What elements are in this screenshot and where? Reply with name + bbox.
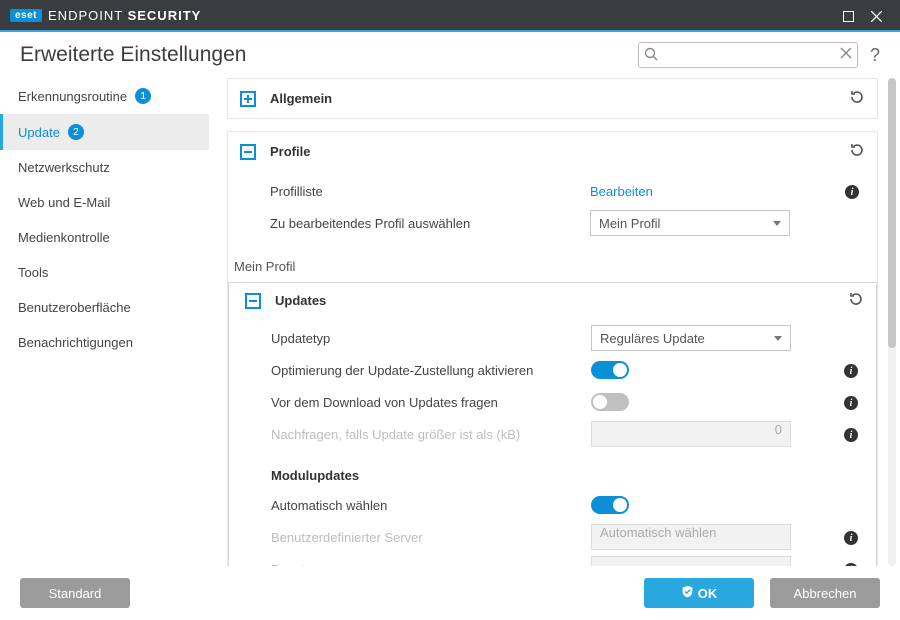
sidebar: Erkennungsroutine 1 Update 2 Netzwerksch… (0, 78, 215, 566)
input-value: 0 (775, 422, 782, 437)
default-button[interactable]: Standard (20, 578, 130, 608)
optimize-toggle[interactable] (591, 361, 629, 379)
row-ask-threshold: Nachfragen, falls Update größer ist als … (241, 418, 864, 450)
sidebar-item-web-email[interactable]: Web und E-Mail (0, 185, 209, 220)
panel-title: Updates (275, 293, 848, 308)
brand-text: ENDPOINT SECURITY (48, 8, 201, 23)
sidebar-item-label: Benachrichtigungen (18, 335, 133, 350)
clear-search-icon[interactable] (840, 47, 852, 62)
search-box (638, 42, 858, 68)
edit-link[interactable]: Bearbeiten (590, 184, 653, 199)
row-label: Nachfragen, falls Update größer ist als … (241, 427, 591, 442)
update-type-select[interactable]: Reguläres Update (591, 325, 791, 351)
reset-icon[interactable] (848, 291, 864, 310)
sidebar-item-label: Benutzeroberfläche (18, 300, 131, 315)
module-updates-title: Modulupdates (241, 450, 864, 489)
info-icon[interactable]: i (844, 531, 858, 545)
brand-badge: eset (10, 9, 42, 22)
window-maximize-icon[interactable] (834, 7, 862, 23)
row-username: Benutzername i (241, 553, 864, 566)
input-value: Automatisch wählen (600, 525, 716, 540)
footer: Standard OK Abbrechen (0, 566, 900, 620)
info-icon[interactable]: i (845, 185, 859, 199)
ok-button[interactable]: OK (644, 578, 754, 608)
brand-text-light: ENDPOINT (48, 8, 128, 23)
sidebar-item-notifications[interactable]: Benachrichtigungen (0, 325, 209, 360)
current-profile-name: Mein Profil (228, 251, 877, 278)
shield-icon (681, 585, 694, 601)
info-icon[interactable]: i (844, 364, 858, 378)
panel-general-header[interactable]: Allgemein (228, 79, 877, 118)
panel-title: Allgemein (270, 91, 849, 106)
select-value: Mein Profil (599, 216, 660, 231)
sidebar-item-media[interactable]: Medienkontrolle (0, 220, 209, 255)
help-icon[interactable]: ? (870, 45, 880, 66)
reset-icon[interactable] (849, 142, 865, 161)
row-label: Benutzerdefinierter Server (241, 530, 591, 545)
page-title: Erweiterte Einstellungen (20, 43, 246, 67)
row-label: Zu bearbeitendes Profil auswählen (240, 216, 590, 231)
server-input: Automatisch wählen (591, 524, 791, 550)
row-label: Profilliste (240, 184, 590, 199)
panel-title: Profile (270, 144, 849, 159)
info-icon[interactable]: i (844, 428, 858, 442)
row-label: Optimierung der Update-Zustellung aktivi… (241, 363, 591, 378)
info-icon[interactable]: i (844, 396, 858, 410)
row-update-type: Updatetyp Reguläres Update (241, 322, 864, 354)
sidebar-item-label: Medienkontrolle (18, 230, 110, 245)
row-custom-server: Benutzerdefinierter Server Automatisch w… (241, 521, 864, 553)
row-ask-before-download: Vor dem Download von Updates fragen i (241, 386, 864, 418)
sidebar-item-tools[interactable]: Tools (0, 255, 209, 290)
scrollbar-thumb[interactable] (888, 78, 896, 348)
sidebar-item-label: Web und E-Mail (18, 195, 110, 210)
threshold-input: 0 (591, 421, 791, 447)
panel-updates-header[interactable]: Updates (229, 283, 876, 318)
ask-toggle[interactable] (591, 393, 629, 411)
body: Erkennungsroutine 1 Update 2 Netzwerksch… (0, 78, 900, 566)
cancel-button[interactable]: Abbrechen (770, 578, 880, 608)
sidebar-item-update[interactable]: Update 2 (0, 114, 209, 150)
row-auto-select: Automatisch wählen (241, 489, 864, 521)
sidebar-badge: 2 (68, 124, 84, 140)
panel-profile: Profile Profilliste Bearbeiten i Zu bear… (227, 131, 878, 566)
button-label: Standard (49, 586, 102, 601)
row-label: Updatetyp (241, 331, 591, 346)
sidebar-item-label: Tools (18, 265, 48, 280)
select-value: Reguläres Update (600, 331, 705, 346)
row-label: Automatisch wählen (241, 498, 591, 513)
sidebar-item-detection[interactable]: Erkennungsroutine 1 (0, 78, 209, 114)
reset-icon[interactable] (849, 89, 865, 108)
sidebar-item-label: Update (18, 125, 60, 140)
brand-text-bold: SECURITY (128, 8, 202, 23)
row-profile-list: Profilliste Bearbeiten i (240, 175, 865, 207)
collapse-icon (245, 293, 261, 309)
sidebar-item-network[interactable]: Netzwerkschutz (0, 150, 209, 185)
main: Allgemein Profile Profillist (215, 78, 900, 566)
sidebar-item-ui[interactable]: Benutzeroberfläche (0, 290, 209, 325)
panel-updates: Updates Updatetyp Reguläres Update Optim… (228, 282, 877, 566)
sidebar-badge: 1 (135, 88, 151, 104)
expand-icon (240, 91, 256, 107)
sidebar-item-label: Netzwerkschutz (18, 160, 110, 175)
title-bar: eset ENDPOINT SECURITY (0, 0, 900, 30)
search-icon (644, 47, 658, 64)
header-row: Erweiterte Einstellungen ? (0, 32, 900, 78)
info-icon[interactable]: i (844, 563, 858, 566)
auto-toggle[interactable] (591, 496, 629, 514)
button-label: OK (698, 586, 718, 601)
panel-profile-header[interactable]: Profile (228, 132, 877, 171)
button-label: Abbrechen (794, 586, 857, 601)
row-optimize-delivery: Optimierung der Update-Zustellung aktivi… (241, 354, 864, 386)
sidebar-item-label: Erkennungsroutine (18, 89, 127, 104)
collapse-icon (240, 144, 256, 160)
row-profile-select: Zu bearbeitendes Profil auswählen Mein P… (240, 207, 865, 239)
search-input[interactable] (638, 42, 858, 68)
row-label: Vor dem Download von Updates fragen (241, 395, 591, 410)
profile-select[interactable]: Mein Profil (590, 210, 790, 236)
window-close-icon[interactable] (862, 7, 890, 23)
row-label: Benutzername (241, 562, 591, 567)
panel-general: Allgemein (227, 78, 878, 119)
username-input (591, 556, 791, 566)
